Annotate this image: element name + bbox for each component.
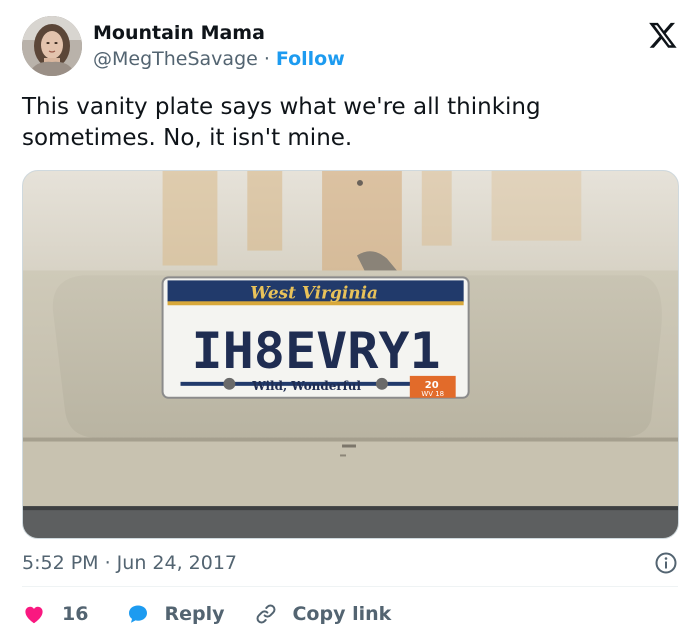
chat-bubble-icon (129, 605, 148, 623)
tweet-text: This vanity plate says what we're all th… (22, 94, 541, 151)
plate-state-text: West Virginia (250, 282, 378, 302)
info-icon[interactable] (654, 551, 678, 575)
avatar[interactable] (22, 16, 82, 76)
heart-icon (25, 606, 43, 624)
action-bar: 16 Reply Copy link (22, 598, 391, 630)
license-plate-photo: West Virginia IH8EVRY1 Wild, Wonderful 2… (23, 171, 678, 538)
separator-dot: · (263, 48, 270, 70)
sticker-code-text: WV 18 (421, 390, 444, 398)
x-logo-icon[interactable] (648, 20, 678, 50)
avatar-photo (22, 16, 82, 76)
like-count: 16 (62, 603, 89, 625)
reply-button[interactable]: Reply (126, 602, 224, 626)
user-handle[interactable]: @MegTheSavage (93, 48, 258, 70)
tweet-photo[interactable]: West Virginia IH8EVRY1 Wild, Wonderful 2… (22, 170, 679, 539)
copy-link-button[interactable]: Copy link (254, 602, 391, 626)
handle-line: @MegTheSavage · Follow (93, 48, 345, 70)
link-icon (257, 604, 276, 624)
plate-number-text: IH8EVRY1 (191, 322, 440, 380)
tweet-card: Mountain Mama @MegTheSavage · Follow This … (0, 0, 700, 641)
copy-link-label: Copy link (292, 603, 392, 625)
tweet-timestamp[interactable]: 5:52 PM · Jun 24, 2017 (22, 552, 237, 574)
like-button[interactable]: 16 (22, 602, 88, 626)
divider (22, 586, 678, 587)
plate-slogan-text: Wild, Wonderful (251, 379, 361, 393)
display-name[interactable]: Mountain Mama (93, 22, 265, 44)
reply-label: Reply (164, 603, 225, 625)
follow-button[interactable]: Follow (276, 48, 345, 70)
